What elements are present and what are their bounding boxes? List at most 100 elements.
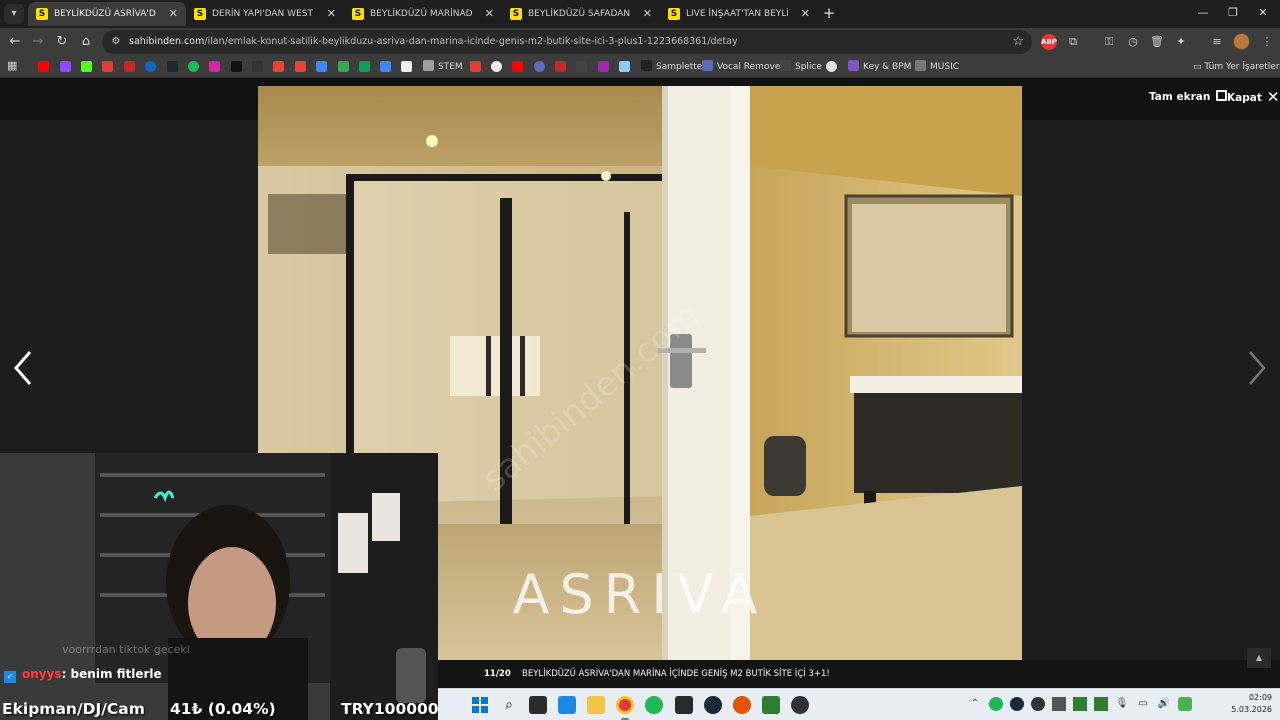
bookmark-icon[interactable] — [252, 61, 263, 72]
spotify-icon[interactable] — [645, 696, 663, 714]
bookmark-icon[interactable] — [826, 61, 837, 72]
clock-date[interactable]: 5.03.2026 — [1208, 705, 1272, 714]
bookmark-icon[interactable] — [619, 61, 630, 72]
drive-bookmark-icon[interactable] — [316, 61, 327, 72]
tab-marinada[interactable]: S BEYLİKDÜZÜ MARİNADA GÜVE ✕ — [344, 2, 502, 26]
app-icon[interactable] — [762, 696, 780, 714]
scroll-to-top-button[interactable]: ▲ — [1247, 648, 1271, 668]
bookmark-splice[interactable]: Splice — [780, 56, 822, 78]
close-tab-icon[interactable]: ✕ — [169, 2, 178, 26]
close-viewer-button[interactable]: Kapat ✕ — [1227, 88, 1279, 106]
restore-button[interactable]: ❐ — [1218, 4, 1248, 22]
close-tab-icon[interactable]: ✕ — [643, 2, 652, 26]
docs-bookmark-icon[interactable] — [380, 61, 391, 72]
minimize-button[interactable]: — — [1188, 4, 1218, 22]
steam-icon[interactable] — [704, 696, 722, 714]
gmail-bookmark-icon[interactable] — [273, 61, 284, 72]
tray-spotify-icon[interactable] — [989, 697, 1003, 711]
next-photo-arrow-icon[interactable] — [1242, 346, 1270, 390]
tray-app-icon[interactable] — [1094, 697, 1108, 711]
sahibinden-favicon-icon: S — [36, 8, 48, 20]
tray-expand-icon[interactable]: ⌃ — [968, 697, 982, 711]
microphone-icon[interactable]: 🎙 — [1115, 697, 1129, 711]
bookmark-icon[interactable] — [359, 61, 370, 72]
bookmark-icon[interactable] — [470, 61, 481, 72]
tab-asriva[interactable]: S BEYLİKDÜZÜ ASRİVA'DAN MAR ✕ — [28, 2, 186, 26]
menu-kebab-icon[interactable]: ⋮ — [1258, 33, 1276, 51]
bookmark-music-folder[interactable]: MUSIC — [915, 56, 959, 78]
youtube-bookmark-icon[interactable] — [38, 61, 49, 72]
all-bookmarks-folder[interactable]: ▭ Tüm Yer İşaretleri — [1193, 56, 1280, 78]
youtube-bookmark-icon[interactable] — [512, 61, 523, 72]
new-tab-button[interactable]: + — [820, 4, 838, 22]
bookmark-icon[interactable] — [401, 61, 412, 72]
clock-time[interactable]: 02:09 — [1222, 693, 1272, 702]
back-arrow-icon[interactable]: ← — [5, 32, 25, 52]
app-icon[interactable] — [791, 696, 809, 714]
bookmark-icon[interactable] — [576, 61, 587, 72]
bookmark-icon[interactable] — [145, 61, 156, 72]
password-key-icon[interactable]: ⚿ — [1100, 33, 1118, 51]
tray-app-icon[interactable] — [1031, 697, 1045, 711]
close-window-button[interactable]: ✕ — [1248, 4, 1278, 22]
apps-grid-icon[interactable]: ▦ — [7, 60, 19, 72]
photo-counter: 11/20 — [484, 669, 511, 679]
extension-icon[interactable]: ✦ — [1172, 33, 1190, 51]
bookmark-icon[interactable] — [534, 61, 545, 72]
search-icon[interactable]: ⌕ — [500, 696, 518, 714]
bookmark-icon[interactable] — [102, 61, 113, 72]
chrome-icon[interactable] — [616, 696, 634, 714]
bookmark-samplette[interactable]: Samplette — [641, 56, 702, 78]
site-info-icon[interactable]: ⚙ — [110, 36, 122, 48]
battery-icon[interactable] — [1178, 697, 1192, 711]
task-view-icon[interactable] — [529, 696, 547, 714]
profile-avatar[interactable] — [1233, 33, 1250, 50]
store-icon[interactable] — [558, 696, 576, 714]
adblock-extension-icon[interactable]: ABP — [1041, 34, 1057, 50]
file-explorer-icon[interactable] — [587, 696, 605, 714]
obs-icon[interactable] — [733, 696, 751, 714]
delete-icon[interactable]: 🗑 — [1148, 33, 1166, 51]
media-controls-icon[interactable]: ≡ — [1208, 33, 1226, 51]
bookmark-vocal-remover[interactable]: Vocal Remover — [702, 56, 784, 78]
bookmark-icon[interactable] — [338, 61, 349, 72]
volume-icon[interactable]: 🔊 — [1157, 697, 1171, 711]
bookmark-star-icon[interactable]: ☆ — [1012, 30, 1024, 54]
bookmark-icon[interactable] — [124, 61, 135, 72]
tiktok-bookmark-icon[interactable] — [231, 61, 242, 72]
tray-app-icon[interactable] — [1052, 697, 1066, 711]
fullscreen-button[interactable]: Tam ekran — [1149, 88, 1228, 106]
network-icon[interactable]: ▭ — [1136, 697, 1150, 711]
tray-app-icon[interactable] — [1073, 697, 1087, 711]
reload-icon[interactable]: ↻ — [52, 32, 72, 52]
bookmark-label: Samplette — [656, 62, 703, 72]
address-bar[interactable]: ⚙ sahibinden.com/ilan/emlak-konut-satili… — [102, 30, 1032, 54]
forward-arrow-icon[interactable]: → — [28, 32, 48, 52]
tab-live-insaat[interactable]: S LIVE İNŞAAT'TAN BEYLİKDÜZÜ ✕ — [660, 2, 818, 26]
close-tab-icon[interactable]: ✕ — [485, 2, 494, 26]
spotify-bookmark-icon[interactable] — [188, 61, 199, 72]
kick-bookmark-icon[interactable] — [81, 61, 92, 72]
home-icon[interactable]: ⌂ — [76, 32, 96, 52]
bookmark-icon[interactable] — [491, 61, 502, 72]
bookmark-stem[interactable]: STEM — [423, 56, 463, 78]
close-tab-icon[interactable]: ✕ — [327, 2, 336, 26]
steam-bookmark-icon[interactable] — [167, 61, 178, 72]
bookmark-icon[interactable] — [598, 61, 609, 72]
history-icon[interactable]: ◷ — [1124, 33, 1142, 51]
gmail-bookmark-icon[interactable] — [295, 61, 306, 72]
tray-steam-icon[interactable] — [1010, 697, 1024, 711]
tab-safadan[interactable]: S BEYLİKDÜZÜ SAFADAN MARİN ✕ — [502, 2, 660, 26]
twitch-bookmark-icon[interactable] — [60, 61, 71, 72]
bookmark-key-bpm[interactable]: Key & BPM — [848, 56, 911, 78]
epic-games-icon[interactable] — [675, 696, 693, 714]
url-path: /ilan/emlak-konut-satilik-beylikduzu-asr… — [204, 36, 738, 47]
close-tab-icon[interactable]: ✕ — [801, 2, 810, 26]
tab-derin-yapi[interactable]: S DERİN YAPI'DAN WEST MARİN ✕ — [186, 2, 344, 26]
instagram-bookmark-icon[interactable] — [209, 61, 220, 72]
tab-search-icon[interactable]: ▾ — [4, 4, 24, 24]
previous-photo-arrow-icon[interactable] — [10, 346, 38, 390]
extensions-puzzle-icon[interactable]: ⧉ — [1064, 33, 1082, 51]
windows-start-icon[interactable] — [471, 696, 489, 714]
bookmark-icon[interactable] — [555, 61, 566, 72]
